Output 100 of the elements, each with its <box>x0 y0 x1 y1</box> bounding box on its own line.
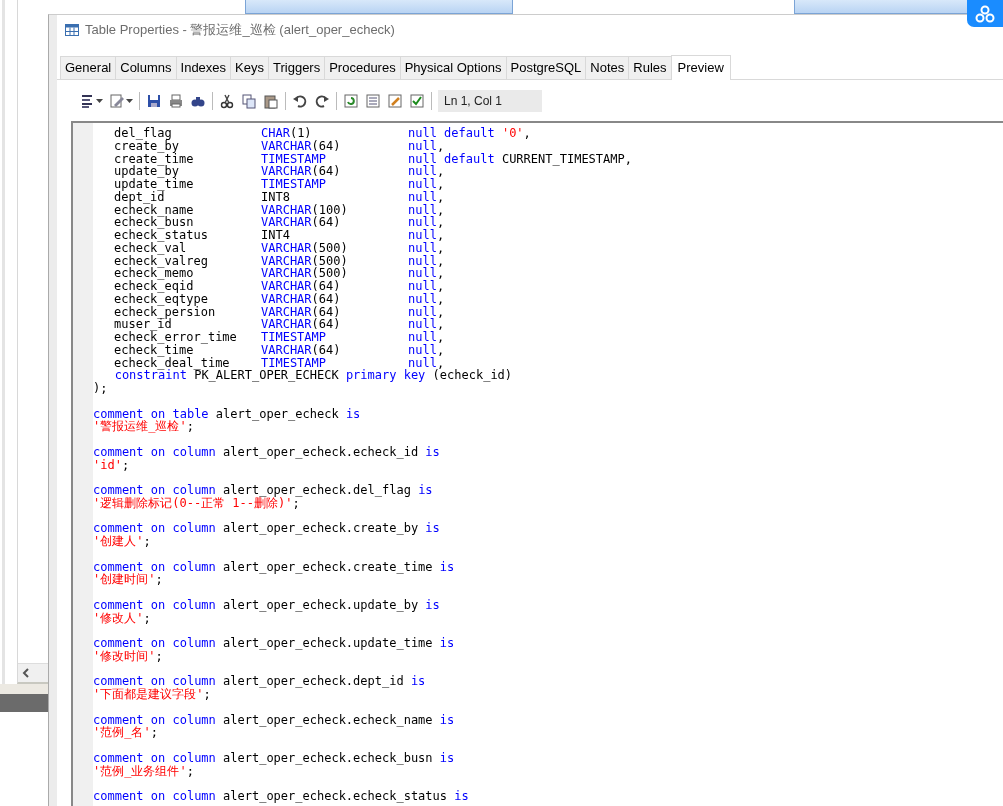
column-name: muser_id <box>114 318 172 331</box>
column-constraint: null default '0', <box>408 127 531 140</box>
column-name: echeck_eqid <box>114 280 194 293</box>
tab[interactable]: Columns <box>115 56 177 79</box>
column-constraint: null, <box>408 241 445 255</box>
column-type: VARCHAR(100) <box>261 203 348 217</box>
column-name: update_by <box>114 165 180 178</box>
tab[interactable]: General <box>60 56 117 79</box>
tab[interactable]: Preview <box>670 55 731 80</box>
code-line: '创建时间'; <box>93 573 163 586</box>
window-title: Table Properties - 警报运维_巡检 (alert_oper_echeck) <box>85 21 395 39</box>
column-name: del_flag <box>114 127 172 140</box>
code-line: comment on column alert_oper_echeck.create_time is <box>93 560 455 574</box>
column-constraint: null, <box>408 139 445 153</box>
paste-icon[interactable] <box>263 93 279 109</box>
column-constraint: null, <box>408 178 445 191</box>
column-constraint: null, <box>408 305 445 319</box>
column-name: echeck_val <box>114 241 187 255</box>
column-type: TIMESTAMP <box>261 356 327 370</box>
code-line: comment on column alert_oper_echeck.create_by is <box>93 522 440 535</box>
column-name: echeck_busn <box>114 216 194 229</box>
cursor-position: Ln 1, Col 1 <box>438 90 542 112</box>
tab[interactable]: Keys <box>230 56 269 79</box>
code-line: '下面都是建议字段'; <box>93 688 211 701</box>
dropdown-arrow-icon[interactable] <box>126 99 133 103</box>
code-line: comment on column alert_oper_echeck.echeck_name is <box>93 713 455 727</box>
code-line: comment on table alert_oper_echeck is <box>93 407 361 421</box>
column-name: echeck_time <box>114 343 194 357</box>
column-name: update_time <box>114 178 194 191</box>
column-constraint: null, <box>408 267 445 280</box>
tab[interactable]: Procedures <box>324 56 401 79</box>
copy-icon[interactable] <box>241 93 257 109</box>
code-line: comment on column alert_oper_echeck.echeck_id is <box>93 445 440 459</box>
column-type: VARCHAR(64) <box>261 318 341 331</box>
column-name: echeck_eqtype <box>114 292 208 306</box>
checklist-icon[interactable] <box>409 93 425 109</box>
status-bar <box>0 694 48 712</box>
column-type: TIMESTAMP <box>261 331 327 344</box>
column-constraint: null, <box>408 343 445 357</box>
column-name: create_time <box>114 152 194 166</box>
cut-icon[interactable] <box>219 93 235 109</box>
code-line: comment on column alert_oper_echeck.update_time is <box>93 637 455 650</box>
code-line: '范例_名'; <box>93 726 158 739</box>
column-type: VARCHAR(64) <box>261 165 341 178</box>
app-badge-icon[interactable] <box>967 0 1003 27</box>
code-line: comment on column alert_oper_echeck.echeck_status is <box>93 790 469 803</box>
column-constraint: null, <box>408 331 445 344</box>
dropdown-arrow-icon[interactable] <box>96 99 103 103</box>
column-type: VARCHAR(64) <box>261 139 341 153</box>
column-type: VARCHAR(64) <box>261 280 341 293</box>
align-icon[interactable] <box>79 93 95 109</box>
column-name: create_by <box>114 139 180 153</box>
column-constraint: null, <box>408 165 445 178</box>
column-type: VARCHAR(64) <box>261 305 341 319</box>
code-line: ); <box>93 382 108 395</box>
scroll-left-icon[interactable] <box>22 668 30 678</box>
column-type: VARCHAR(64) <box>261 292 341 306</box>
table-icon <box>65 24 79 36</box>
column-name: echeck_memo <box>114 267 194 280</box>
code-line: comment on column alert_oper_echeck.echeck_busn is <box>93 751 455 765</box>
code-line: '逻辑删除标记(0--正常 1--删除)'; <box>93 496 300 510</box>
column-type: VARCHAR(500) <box>261 241 348 255</box>
column-constraint: null, <box>408 254 445 268</box>
column-name: echeck_valreg <box>114 254 208 268</box>
column-type: VARCHAR(500) <box>261 254 348 268</box>
print-icon[interactable] <box>168 93 184 109</box>
code-line: 'id'; <box>93 458 130 472</box>
tab[interactable]: Indexes <box>175 56 232 79</box>
column-constraint: null, <box>408 229 445 242</box>
undo-icon[interactable] <box>292 93 308 109</box>
column-constraint: null, <box>408 216 445 229</box>
tab[interactable]: Physical Options <box>399 56 507 79</box>
refresh-icon[interactable] <box>343 93 359 109</box>
redo-icon[interactable] <box>314 93 330 109</box>
column-type: CHAR(1) <box>261 127 312 140</box>
column-name: echeck_name <box>114 203 194 217</box>
code-line: comment on column alert_oper_echeck.del_flag is <box>93 484 433 497</box>
code-line: '创建人'; <box>93 535 151 548</box>
column-name: echeck_persion <box>114 305 216 319</box>
tab[interactable]: Rules <box>628 56 672 79</box>
column-name: echeck_deal_time <box>114 356 230 370</box>
code-line: '修改时间'; <box>93 649 163 663</box>
code-line: comment on column alert_oper_echeck.update_by is <box>93 598 440 612</box>
column-constraint: null, <box>408 356 445 370</box>
column-type: VARCHAR(64) <box>261 216 341 229</box>
code-line: constraint PK_ALERT_OPER_ECHECK primary key (echeck_id) <box>113 369 513 382</box>
column-constraint: null, <box>408 203 445 217</box>
column-constraint: null default CURRENT_TIMESTAMP, <box>408 152 632 166</box>
column-name: echeck_error_time <box>114 331 237 344</box>
tab[interactable]: PostgreSQL <box>505 56 587 79</box>
tab[interactable]: Notes <box>585 56 630 79</box>
tab[interactable]: Triggers <box>268 56 326 79</box>
column-type: VARCHAR(500) <box>261 267 348 280</box>
save-icon[interactable] <box>146 93 162 109</box>
column-constraint: null, <box>408 292 445 306</box>
column-constraint: null, <box>408 190 445 204</box>
column-type: TIMESTAMP <box>261 152 327 166</box>
edit-icon[interactable] <box>387 93 403 109</box>
code-line: '警报运维_巡检'; <box>93 420 194 433</box>
column-type: INT8 <box>261 190 290 204</box>
